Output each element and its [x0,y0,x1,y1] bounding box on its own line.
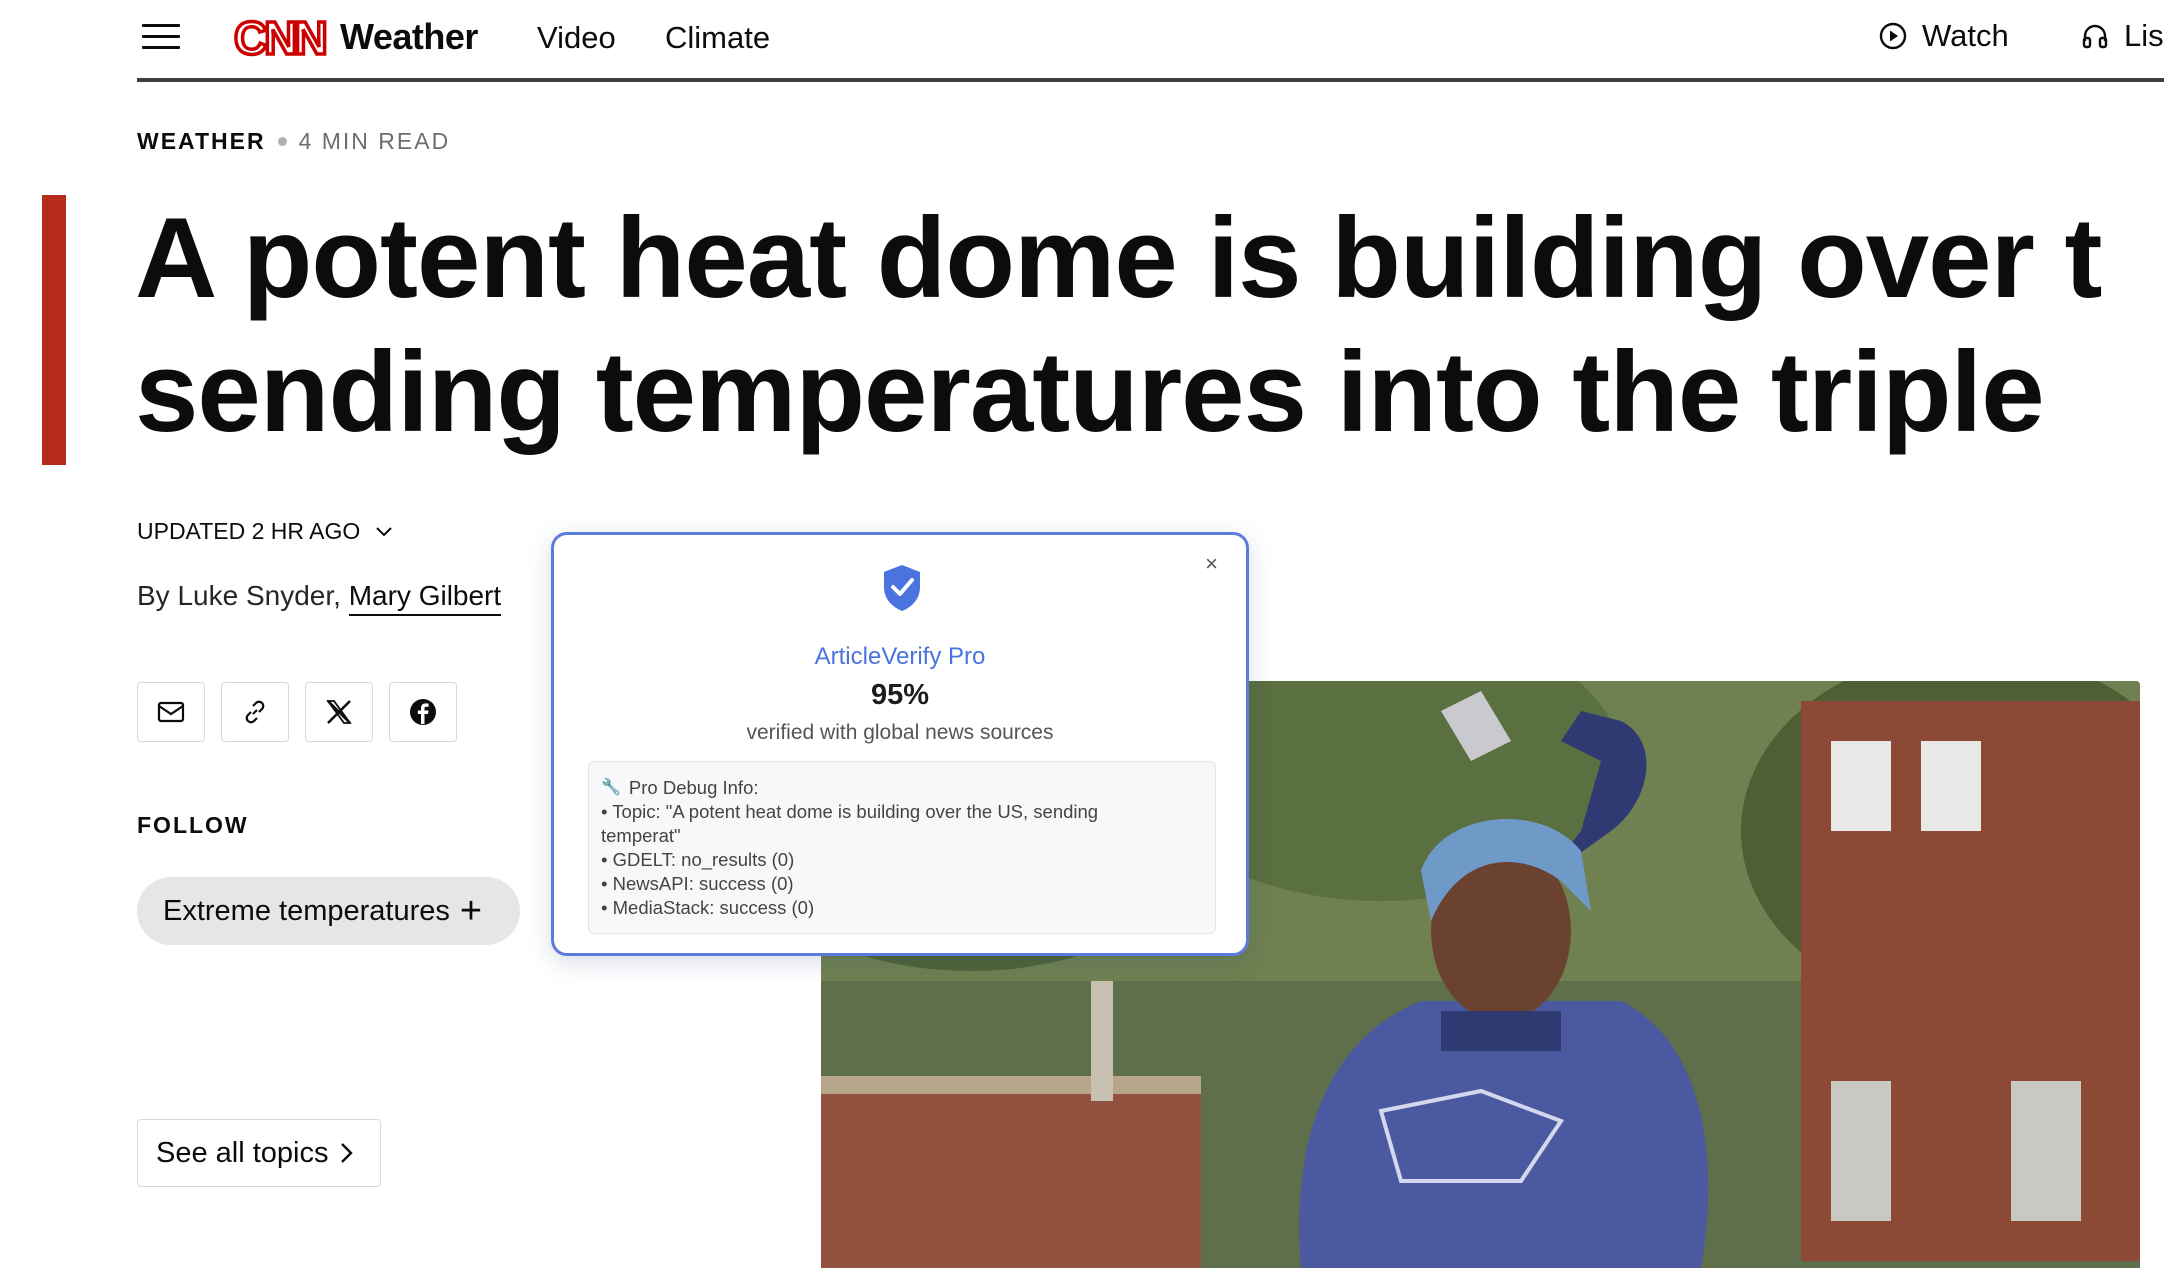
chevron-right-icon [340,1143,353,1163]
headline-line-2: sending temperatures into the triple [135,329,2045,456]
see-all-label: See all topics [156,1136,329,1169]
headphones-icon [2082,24,2108,49]
article-kicker: WEATHER 4 MIN READ [137,128,450,155]
copy-link-button[interactable] [221,682,289,742]
link-icon [245,700,265,724]
plus-icon: + [459,890,483,932]
header-divider [137,78,2164,82]
watch-label: Watch [1922,18,2009,53]
top-navigation: CNN Weather Video Climate Watch Lis [0,0,2164,82]
author-link[interactable]: Mary Gilbert [348,580,502,616]
debug-header-label: Pro Debug Info: [628,777,759,798]
mail-icon [157,701,185,723]
chevron-down-icon [376,526,392,536]
kicker-section[interactable]: WEATHER [137,128,266,155]
read-time: 4 MIN READ [298,128,451,154]
x-icon [326,700,352,724]
debug-line: • MediaStack: success (0) [601,897,815,918]
nav-video-link[interactable]: Video [537,20,616,56]
share-facebook-button[interactable] [389,682,457,742]
articleverify-popup: × ArticleVerify Pro 95% verified with gl… [551,532,1249,956]
listen-button[interactable]: Lis [2080,18,2164,54]
article-headline: A potent heat dome is building over t se… [135,192,2164,460]
debug-line: • GDELT: no_results (0) [601,849,795,870]
debug-info-panel: 🔧 Pro Debug Info: • Topic: "A potent hea… [588,761,1216,934]
cnn-logo[interactable]: CNN [232,14,328,62]
hamburger-menu-icon[interactable] [142,20,180,54]
listen-label: Lis [2124,18,2164,53]
watch-button[interactable]: Watch [1878,18,2009,54]
share-buttons [137,682,457,742]
play-circle-icon [1879,22,1907,50]
wrench-icon: 🔧 [601,779,621,796]
verification-subtitle: verified with global news sources [746,721,1054,744]
see-all-topics-button[interactable]: See all topics [137,1119,381,1187]
debug-header: 🔧 Pro Debug Info: [601,776,1203,800]
follow-heading: FOLLOW [137,812,249,838]
byline-prefix: By Luke Snyder, [137,580,349,611]
facebook-icon [410,699,436,725]
updated-timestamp[interactable]: UPDATED 2 HR AGO [137,518,394,545]
follow-topic-chip[interactable]: Extreme temperatures + [137,877,520,945]
topic-chip-label: Extreme temperatures [163,894,450,927]
section-title[interactable]: Weather [340,16,478,58]
share-x-button[interactable] [305,682,373,742]
debug-line: • Topic: "A potent heat dome is building… [601,801,1099,822]
nav-climate-link[interactable]: Climate [665,20,770,56]
shield-check-icon [884,565,920,611]
share-email-button[interactable] [137,682,205,742]
debug-line: • NewsAPI: success (0) [601,873,794,894]
cnn-logo-text: CNN [234,14,325,62]
debug-line: temperat" [601,825,681,846]
byline: By Luke Snyder, Mary Gilbert [137,580,502,616]
headline-line-1: A potent heat dome is building over t [135,195,2103,322]
close-icon[interactable]: × [1205,551,1218,577]
verification-score: 95% [870,679,930,711]
popup-title: ArticleVerify Pro [814,643,986,670]
kicker-dot [277,137,287,146]
headline-accent-bar [42,195,66,465]
updated-label: UPDATED 2 HR AGO [137,518,361,544]
